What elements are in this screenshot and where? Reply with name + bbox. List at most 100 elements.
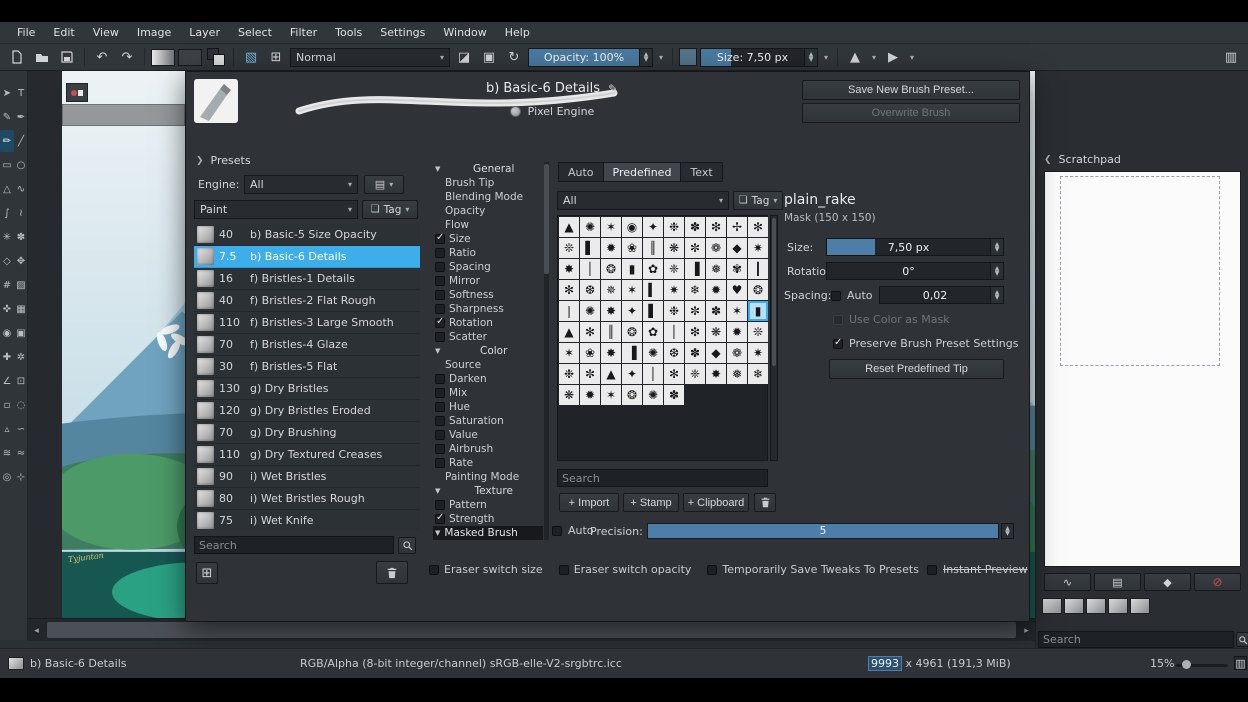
stamp-tip-button[interactable]: + Stamp [623,493,679,512]
option-opacity[interactable]: Opacity [433,204,543,218]
preset-thumbnail[interactable] [1108,598,1128,614]
option-blending-mode[interactable]: Blending Mode [433,190,543,204]
menu-item-tools[interactable]: Tools [326,22,371,44]
tool-fill[interactable]: ◉ [0,322,14,344]
option-mix[interactable]: Mix [433,386,543,400]
checkbox[interactable] [707,565,717,575]
brush-tip-tile[interactable]: ❄ [685,280,705,300]
checkbox[interactable] [833,315,843,325]
preserve-settings-checkbox[interactable]: Preserve Brush Preset Settings [833,337,1018,350]
brush-tip-tile[interactable]: │ [580,259,600,279]
tool-edit-shapes[interactable]: ✎ [0,106,14,128]
overwrite-brush-button[interactable]: Overwrite Brush [802,103,1020,123]
opacity-slider[interactable]: Opacity: 100% [528,48,653,67]
mirror-vertical-button[interactable]: ▶ [882,46,904,68]
brush-tip-tile[interactable]: ✷ [748,343,768,363]
option-strength[interactable]: Strength [433,512,543,526]
tool-multibrush[interactable]: ✽ [14,226,28,248]
brush-tip-tile[interactable]: ▮ [748,301,768,321]
brush-tip-tile[interactable]: ❇ [685,322,705,342]
zoom-options-button[interactable]: ▥ [1234,656,1247,670]
option-checkbox[interactable] [435,290,445,300]
brush-tip-tile[interactable]: ❇ [706,217,726,237]
brush-tip-tile[interactable]: ❄ [748,364,768,384]
foreground-background-color-selector[interactable] [205,46,227,68]
brush-tip-tile[interactable]: ✽ [664,385,684,405]
opacity-options-arrow[interactable]: ▾ [656,53,666,62]
gradient-chooser-button[interactable] [151,49,175,66]
menu-item-window[interactable]: Window [434,22,495,44]
tool-pan[interactable]: ⊹ [14,466,28,488]
tool-text[interactable]: T [14,82,28,104]
option-rotation[interactable]: Rotation [433,316,543,330]
tool-color-sampler[interactable]: ✜ [0,298,14,320]
brush-tip-tile[interactable]: ◉ [622,217,642,237]
brush-tip-tile[interactable]: ❂ [601,259,621,279]
brush-tip-tile[interactable]: ✽ [706,301,726,321]
brush-tip-tile[interactable]: ✸ [559,259,579,279]
add-resource-button[interactable]: ⊞ [196,562,218,584]
preset-row[interactable]: 7.5b) Basic-6 Details [194,246,420,268]
redo-button[interactable]: ↷ [116,46,138,68]
tool-select[interactable]: ➤ [0,82,14,104]
option-brush-tip[interactable]: Brush Tip [433,176,543,190]
tool-pattern-edit[interactable]: ▦ [14,298,28,320]
preset-row[interactable]: 70g) Dry Brushing [194,422,420,444]
brush-tip-tile[interactable]: ❆ [664,343,684,363]
scratchpad-fill-color-button[interactable]: ◆ [1144,573,1191,591]
brush-tip-tile[interactable]: ▌ [643,301,663,321]
brush-tip-tile[interactable]: ✼ [685,301,705,321]
use-color-as-mask-checkbox[interactable]: Use Color as Mask [833,313,950,326]
option-rate[interactable]: Rate [433,456,543,470]
brush-tip-tile[interactable]: ✸ [601,343,621,363]
scrollbar-handle[interactable] [772,218,776,366]
option-color[interactable]: ▼Color [433,344,543,358]
preset-row[interactable]: 120g) Dry Bristles Eroded [194,400,420,422]
option-masked-brush[interactable]: ▼Masked Brush [433,526,543,540]
tip-spacing-input[interactable]: 0,02 [879,286,1004,304]
menu-item-file[interactable]: File [8,22,44,44]
preserve-alpha-button[interactable]: ▣ [478,46,500,68]
brush-tip-tile[interactable]: ✶ [601,385,621,405]
preset-row[interactable]: 110f) Bristles-3 Large Smooth [194,312,420,334]
tip-grid-scrollbar[interactable] [770,215,778,461]
delete-preset-button[interactable] [376,561,408,584]
brush-tip-tile[interactable]: ❅ [727,364,747,384]
brush-tip-tile[interactable]: ✹ [601,238,621,258]
preset-search-options-button[interactable] [398,537,416,554]
brush-tip-tile[interactable]: ❅ [706,259,726,279]
size-spin-buttons[interactable] [804,49,817,66]
brush-tip-tile[interactable]: ✻ [664,364,684,384]
preset-row[interactable]: 30f) Bristles-5 Flat [194,356,420,378]
tool-bezier-curve[interactable]: ∫ [0,202,14,224]
tool-dynamic-brush[interactable]: ✳ [0,226,14,248]
option-general[interactable]: ▼General [433,162,543,176]
tool-freehand-select[interactable]: ∽ [14,418,28,440]
brush-tip-tile[interactable]: ✺ [643,385,663,405]
brush-tip-tile[interactable]: ║ [643,238,663,258]
delete-tip-button[interactable] [754,493,776,512]
brush-tip-tile[interactable]: ┃ [748,259,768,279]
paint-filter-dropdown[interactable]: Paint ▾ [194,200,358,219]
brush-tip-tile[interactable]: ❋ [706,322,726,342]
option-checkbox[interactable] [435,444,445,454]
brush-tip-tile[interactable]: ✸ [601,301,621,321]
brush-tip-tile[interactable]: ❉ [664,217,684,237]
brush-tip-tile[interactable]: ✶ [601,217,621,237]
brush-tip-tile[interactable]: │ [664,322,684,342]
brush-tip-tile[interactable]: ▲ [601,364,621,384]
option-flow[interactable]: Flow [433,218,543,232]
option-checkbox[interactable] [435,402,445,412]
menu-item-view[interactable]: View [84,22,128,44]
instant-preview-checkbox[interactable]: Instant Preview [927,563,1028,576]
tool-crop[interactable]: # [0,274,14,296]
tip-tag-button[interactable]: ❏ Tag ▾ [733,191,783,210]
checkbox[interactable] [552,526,562,536]
option-texture[interactable]: ▼Texture [433,484,543,498]
docker-tab-fragment[interactable] [66,83,88,102]
brush-tip-tile[interactable]: ✾ [727,259,747,279]
precision-spin-buttons[interactable] [1001,523,1014,539]
spacing-spin-buttons[interactable] [990,287,1003,303]
tool-line[interactable]: ╱ [14,130,28,152]
preset-row[interactable]: 80i) Wet Bristles Rough [194,488,420,510]
